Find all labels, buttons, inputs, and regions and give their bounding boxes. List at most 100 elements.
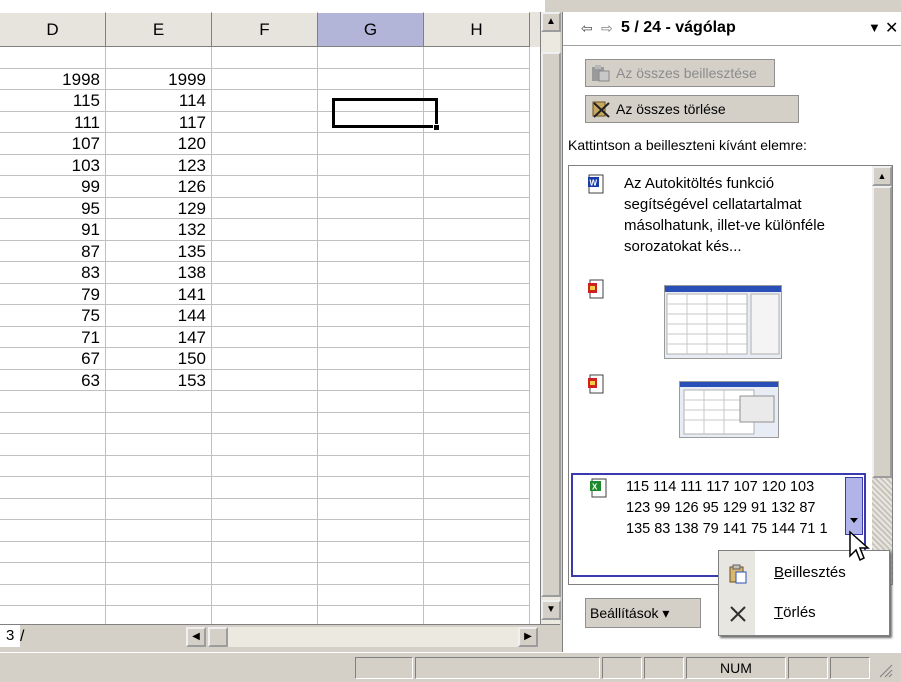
cell[interactable]	[106, 520, 212, 542]
paste-all-button[interactable]: Az összes beillesztése	[585, 59, 775, 87]
cell[interactable]: 135	[106, 240, 212, 262]
clipboard-item[interactable]: W Az Autokitöltés funkció segítségével c…	[569, 171, 869, 271]
forward-arrow-icon[interactable]: ⇨	[601, 20, 613, 37]
pane-menu-dropdown-icon[interactable]: ▼	[868, 20, 881, 35]
cell[interactable]	[212, 369, 318, 391]
cell[interactable]	[106, 498, 212, 520]
cell[interactable]	[424, 219, 530, 241]
cell[interactable]	[212, 90, 318, 112]
clip-scroll-thumb[interactable]	[872, 186, 892, 478]
cell[interactable]	[424, 133, 530, 155]
cell[interactable]	[212, 305, 318, 327]
cell[interactable]	[212, 477, 318, 499]
cell[interactable]: 87	[0, 240, 106, 262]
cell[interactable]	[0, 584, 106, 606]
clear-all-button[interactable]: Az összes törlése	[585, 95, 799, 123]
cell[interactable]	[318, 434, 424, 456]
cell[interactable]: 63	[0, 369, 106, 391]
cell[interactable]	[106, 455, 212, 477]
cell[interactable]	[424, 326, 530, 348]
cell[interactable]: 83	[0, 262, 106, 284]
cell[interactable]	[212, 391, 318, 413]
cell[interactable]	[212, 348, 318, 370]
active-cell[interactable]	[332, 98, 438, 128]
column-header-d[interactable]: D	[0, 12, 106, 47]
cell[interactable]	[424, 197, 530, 219]
cell[interactable]	[318, 176, 424, 198]
cell[interactable]: 138	[106, 262, 212, 284]
cell[interactable]: 144	[106, 305, 212, 327]
cell[interactable]	[424, 68, 530, 90]
cell[interactable]	[212, 219, 318, 241]
cell[interactable]	[106, 47, 212, 69]
column-header-h[interactable]: H	[424, 12, 530, 47]
cell[interactable]	[318, 498, 424, 520]
scroll-down-button[interactable]: ▼	[541, 600, 561, 620]
cell[interactable]	[212, 68, 318, 90]
cell[interactable]	[212, 541, 318, 563]
fill-handle[interactable]	[433, 124, 440, 131]
cell[interactable]	[318, 240, 424, 262]
cell[interactable]	[424, 434, 530, 456]
cell[interactable]: 111	[0, 111, 106, 133]
cell[interactable]	[212, 111, 318, 133]
cell[interactable]: 147	[106, 326, 212, 348]
cell[interactable]	[212, 133, 318, 155]
cell[interactable]	[318, 133, 424, 155]
column-header-f[interactable]: F	[212, 12, 318, 47]
cell[interactable]	[106, 584, 212, 606]
cell[interactable]: 129	[106, 197, 212, 219]
cell[interactable]	[318, 219, 424, 241]
cell[interactable]	[0, 47, 106, 69]
cell[interactable]: 150	[106, 348, 212, 370]
column-header-e[interactable]: E	[106, 12, 212, 47]
cell[interactable]	[318, 391, 424, 413]
cell[interactable]	[106, 563, 212, 585]
back-arrow-icon[interactable]: ⇦	[581, 20, 593, 37]
vertical-scrollbar[interactable]: ▲ ▼	[540, 12, 561, 624]
scroll-up-button[interactable]: ▲	[541, 12, 561, 32]
cell[interactable]	[424, 455, 530, 477]
cell[interactable]	[212, 154, 318, 176]
cell[interactable]	[0, 477, 106, 499]
cell[interactable]: 75	[0, 305, 106, 327]
cell[interactable]	[212, 240, 318, 262]
cell[interactable]	[0, 520, 106, 542]
cell[interactable]	[318, 563, 424, 585]
cell[interactable]	[106, 434, 212, 456]
cell[interactable]: 120	[106, 133, 212, 155]
cell[interactable]	[212, 434, 318, 456]
cell[interactable]	[318, 68, 424, 90]
cell[interactable]: 67	[0, 348, 106, 370]
cell[interactable]	[318, 455, 424, 477]
cell[interactable]	[318, 477, 424, 499]
cell[interactable]	[318, 262, 424, 284]
tab-scroll-left-button[interactable]: ◀	[186, 627, 206, 647]
cell[interactable]	[318, 283, 424, 305]
cell[interactable]: 79	[0, 283, 106, 305]
cell[interactable]: 117	[106, 111, 212, 133]
cell[interactable]	[212, 326, 318, 348]
cell[interactable]	[424, 477, 530, 499]
cell[interactable]	[424, 498, 530, 520]
cell[interactable]	[106, 391, 212, 413]
cell[interactable]	[424, 541, 530, 563]
cell[interactable]	[318, 348, 424, 370]
settings-button[interactable]: Beállítások ▾	[585, 598, 701, 628]
horizontal-scroll-track[interactable]	[228, 627, 518, 647]
cell[interactable]: 114	[106, 90, 212, 112]
cell[interactable]	[212, 563, 318, 585]
cell[interactable]	[424, 412, 530, 434]
horizontal-scroll-thumb[interactable]	[208, 627, 228, 647]
cell[interactable]: 132	[106, 219, 212, 241]
cell[interactable]	[106, 412, 212, 434]
cell[interactable]	[212, 176, 318, 198]
cell[interactable]	[318, 541, 424, 563]
cell[interactable]	[212, 283, 318, 305]
close-icon[interactable]: ✕	[885, 18, 898, 38]
cell[interactable]	[106, 477, 212, 499]
cell[interactable]	[212, 498, 318, 520]
cell[interactable]	[0, 412, 106, 434]
sheet-tab[interactable]: 3	[0, 625, 21, 647]
cell[interactable]: 126	[106, 176, 212, 198]
